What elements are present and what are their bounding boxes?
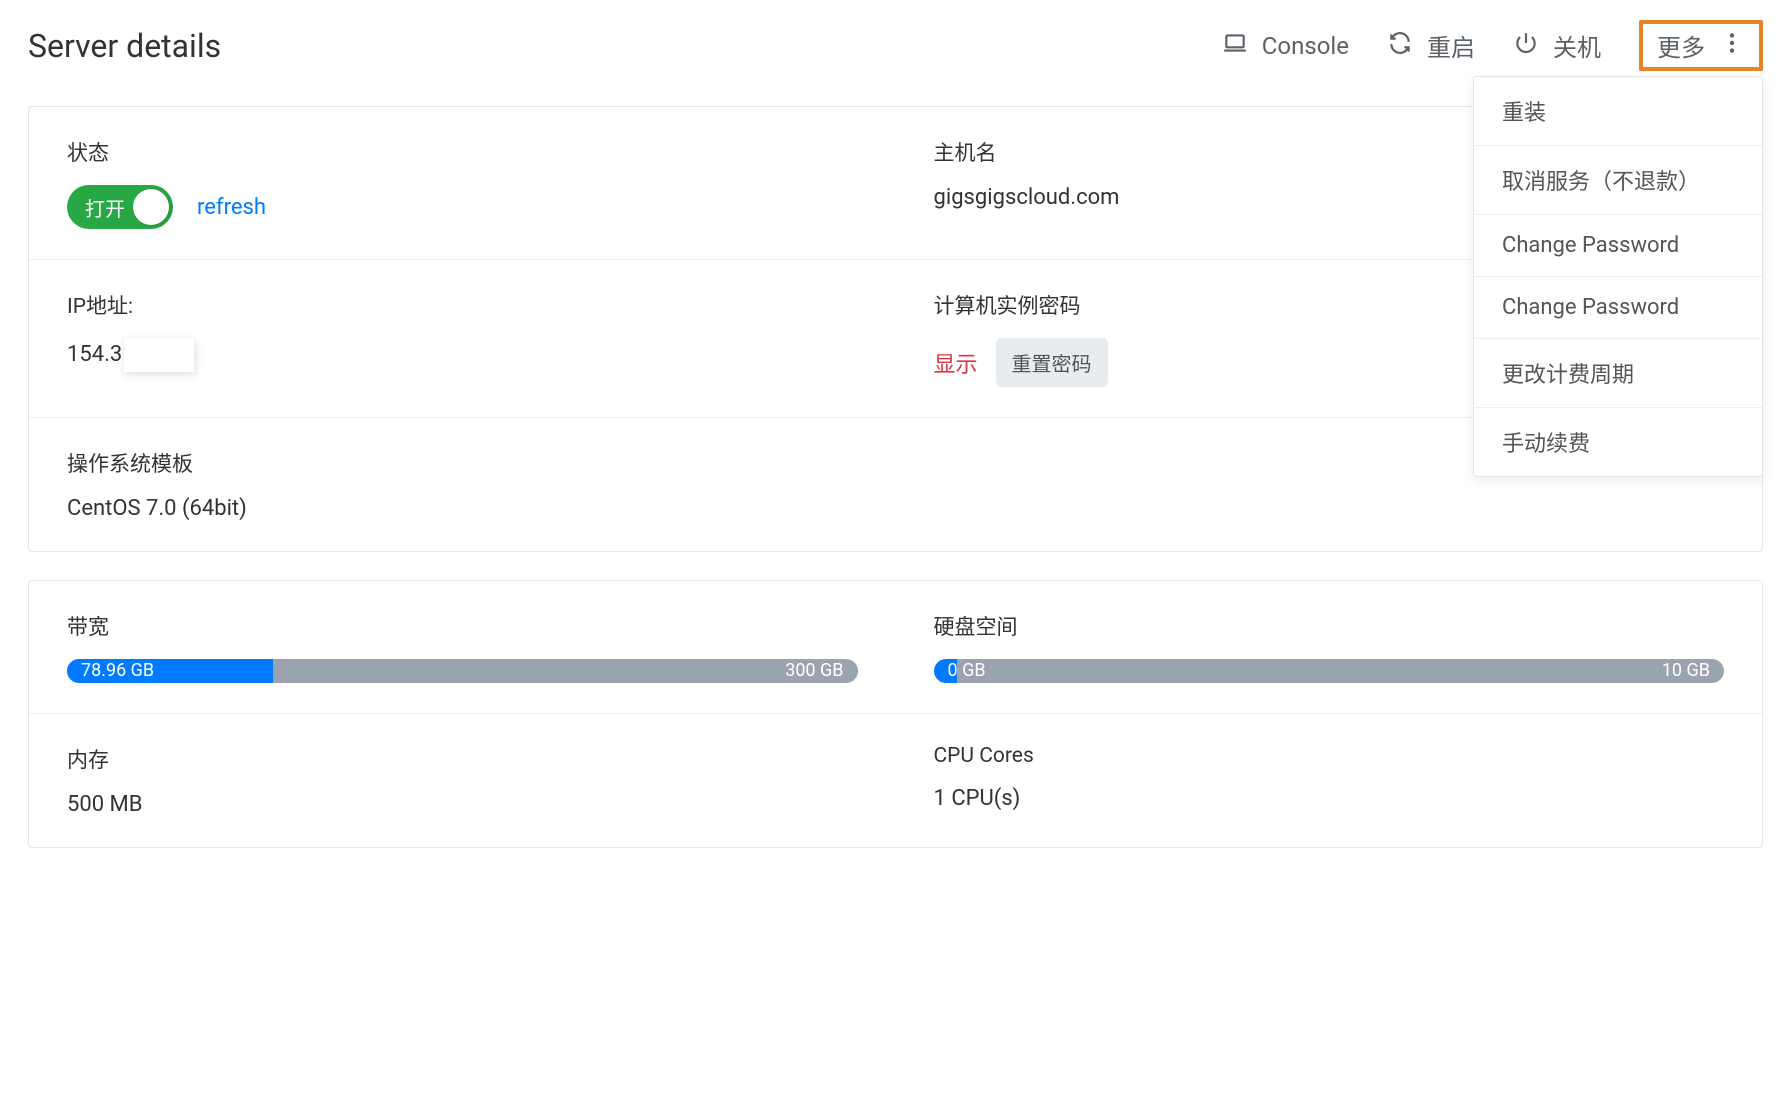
- more-label: 更多: [1657, 28, 1705, 63]
- page-title: Server details: [28, 27, 221, 65]
- dropdown-item-cancel-service[interactable]: 取消服务（不退款）: [1474, 146, 1762, 215]
- ip-prefix: 154.3: [67, 342, 122, 367]
- disk-bar: 0 GB 10 GB: [934, 659, 1725, 683]
- ip-redacted: [124, 338, 194, 372]
- bandwidth-label: 带宽: [67, 611, 858, 641]
- dropdown-item-reinstall[interactable]: 重装: [1474, 77, 1762, 146]
- reset-password-button[interactable]: 重置密码: [996, 338, 1108, 387]
- os-value: CentOS 7.0 (64bit): [67, 496, 858, 521]
- os-label: 操作系统模板: [67, 448, 858, 478]
- more-dropdown: 重装 取消服务（不退款） Change Password Change Pass…: [1473, 76, 1763, 477]
- shutdown-label: 关机: [1553, 28, 1601, 63]
- ip-label: IP地址:: [67, 290, 858, 320]
- status-label: 状态: [67, 137, 858, 167]
- power-icon: [1513, 30, 1539, 62]
- refresh-link[interactable]: refresh: [197, 195, 266, 220]
- cpu-label: CPU Cores: [934, 744, 1725, 768]
- restart-label: 重启: [1427, 28, 1475, 63]
- console-button[interactable]: Console: [1222, 30, 1349, 62]
- bandwidth-used: 78.96 GB: [81, 659, 154, 683]
- disk-used: 0 GB: [948, 659, 986, 683]
- cpu-value: 1 CPU(s): [934, 786, 1725, 811]
- dropdown-item-change-billing[interactable]: 更改计费周期: [1474, 339, 1762, 408]
- status-toggle[interactable]: 打开: [67, 185, 173, 229]
- dropdown-item-manual-renew[interactable]: 手动续费: [1474, 408, 1762, 476]
- header-actions: Console 重启 关机 更多: [1222, 20, 1763, 71]
- memory-value: 500 MB: [67, 792, 858, 817]
- dots-vertical-icon: [1719, 30, 1745, 62]
- console-label: Console: [1262, 32, 1349, 60]
- more-button[interactable]: 更多: [1639, 20, 1763, 71]
- memory-label: 内存: [67, 744, 858, 774]
- show-password-link[interactable]: 显示: [934, 347, 978, 379]
- refresh-icon: [1387, 30, 1413, 62]
- restart-button[interactable]: 重启: [1387, 28, 1475, 63]
- dropdown-item-change-password-1[interactable]: Change Password: [1474, 215, 1762, 277]
- dropdown-item-change-password-2[interactable]: Change Password: [1474, 277, 1762, 339]
- bandwidth-total: 300 GB: [785, 659, 843, 683]
- toggle-label: 打开: [85, 193, 125, 222]
- disk-label: 硬盘空间: [934, 611, 1725, 641]
- resources-card: 带宽 78.96 GB 300 GB 硬盘空间 0 GB 10 GB 内: [28, 580, 1763, 848]
- laptop-icon: [1222, 30, 1248, 62]
- bandwidth-bar: 78.96 GB 300 GB: [67, 659, 858, 683]
- toggle-knob: [133, 189, 169, 225]
- disk-total: 10 GB: [1662, 659, 1710, 683]
- ip-value: 154.3: [67, 338, 858, 372]
- shutdown-button[interactable]: 关机: [1513, 28, 1601, 63]
